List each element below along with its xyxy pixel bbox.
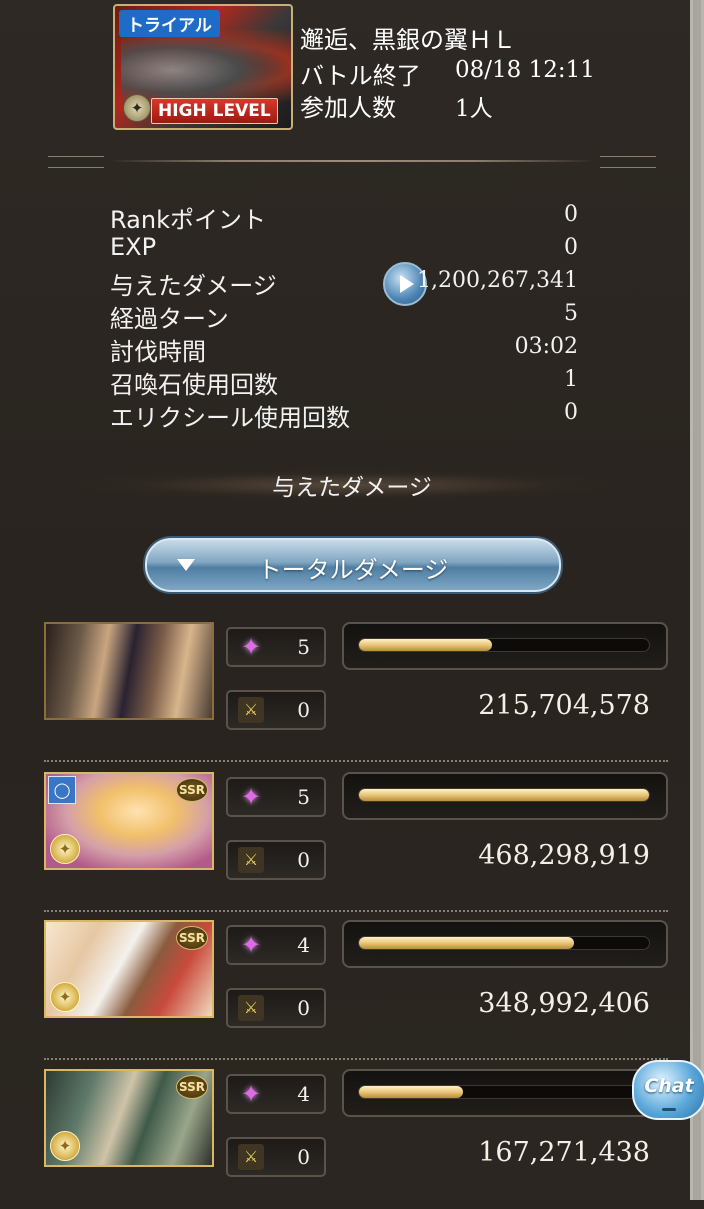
- turns-value: 4: [297, 933, 310, 957]
- stat-value-damage: 1,200,267,341: [417, 268, 578, 293]
- ornamental-divider: [48, 155, 656, 168]
- damage-type-dropdown[interactable]: トータルダメージ: [145, 538, 561, 592]
- character-row: SSR ✦ ✦ 4 ⚔ 0 167,271,438: [44, 1069, 668, 1209]
- damage-bar: [342, 772, 668, 820]
- ougi-value: 0: [297, 996, 310, 1020]
- ring-icon: ◯: [48, 776, 76, 804]
- stat-value-elixir-uses: 0: [564, 400, 578, 425]
- light-element-icon: ✦: [50, 834, 80, 864]
- stat-value-rank-points: 0: [564, 202, 578, 227]
- ssr-badge: SSR: [176, 1075, 208, 1099]
- participants-value: 1人: [455, 96, 493, 122]
- ougi-badge: ⚔ 0: [226, 1137, 326, 1177]
- damage-bar-fill: [359, 1086, 464, 1098]
- damage-bar-fill: [359, 789, 649, 801]
- turns-badge: ✦ 4: [226, 925, 326, 965]
- participants-label: 参加人数: [300, 94, 396, 122]
- damage-bar: [342, 1069, 668, 1117]
- dropdown-label: トータルダメージ: [257, 556, 449, 584]
- trial-tag: トライアル: [119, 10, 220, 37]
- scrollbar[interactable]: [690, 0, 704, 1200]
- light-element-icon: ✦: [50, 982, 80, 1012]
- ougi-value: 0: [297, 698, 310, 722]
- quest-name: 邂逅、黒銀の翼ＨＬ: [300, 26, 516, 54]
- character-row: SSR ✦ ✦ 4 ⚔ 0 348,992,406: [44, 920, 668, 1060]
- stat-label-elixir-uses: エリクシール使用回数: [110, 404, 350, 432]
- ssr-badge: SSR: [176, 926, 208, 950]
- quest-thumbnail: トライアル ✦ HIGH LEVEL: [113, 4, 293, 130]
- stat-label-summon-uses: 召喚石使用回数: [110, 371, 278, 399]
- high-level-tag: HIGH LEVEL: [151, 98, 278, 124]
- crossed-swords-icon: ⚔: [238, 995, 264, 1021]
- stat-value-time: 03:02: [514, 334, 578, 359]
- battle-end-label: バトル終了: [300, 62, 421, 90]
- stat-label-exp: EXP: [110, 233, 157, 261]
- damage-bar: [342, 920, 668, 968]
- stat-value-exp: 0: [564, 235, 578, 260]
- stat-label-damage: 与えたダメージ: [110, 272, 277, 300]
- character-row: ✦ 5 ⚔ 0 215,704,578: [44, 622, 668, 762]
- sparkle-icon: ✦: [240, 783, 262, 811]
- damage-value: 215,704,578: [478, 690, 650, 721]
- damage-bar-fill: [359, 937, 574, 949]
- chat-button[interactable]: Chat: [632, 1060, 704, 1120]
- results-panel: トライアル ✦ HIGH LEVEL 邂逅、黒銀の翼ＨＬ バトル終了 08/18…: [0, 0, 690, 1200]
- high-level-badge-icon: ✦: [123, 94, 151, 122]
- turns-badge: ✦ 5: [226, 627, 326, 667]
- sparkle-icon: ✦: [240, 931, 262, 959]
- crossed-swords-icon: ⚔: [238, 697, 264, 723]
- ougi-value: 0: [297, 1145, 310, 1169]
- character-portrait[interactable]: ◯ SSR ✦: [44, 772, 214, 870]
- stat-value-turns: 5: [564, 301, 578, 326]
- damage-bar: [342, 622, 668, 670]
- ougi-badge: ⚔ 0: [226, 690, 326, 730]
- damage-value: 468,298,919: [478, 840, 650, 871]
- character-portrait[interactable]: SSR ✦: [44, 920, 214, 1018]
- stat-label-rank-points: Rankポイント: [110, 206, 266, 234]
- crossed-swords-icon: ⚔: [238, 1144, 264, 1170]
- damage-section-title: 与えたダメージ: [272, 475, 432, 501]
- turns-value: 4: [297, 1082, 310, 1106]
- ougi-badge: ⚔ 0: [226, 988, 326, 1028]
- character-portrait[interactable]: [44, 622, 214, 720]
- damage-value: 167,271,438: [478, 1137, 650, 1168]
- sparkle-icon: ✦: [240, 633, 262, 661]
- light-element-icon: ✦: [50, 1131, 80, 1161]
- turns-value: 5: [297, 635, 310, 659]
- turns-badge: ✦ 4: [226, 1074, 326, 1114]
- character-portrait[interactable]: SSR ✦: [44, 1069, 214, 1167]
- stat-label-turns: 経過ターン: [110, 305, 229, 333]
- ougi-badge: ⚔ 0: [226, 840, 326, 880]
- turns-badge: ✦ 5: [226, 777, 326, 817]
- stat-label-time: 討伐時間: [110, 338, 206, 366]
- battle-end-time: 08/18 12:11: [455, 57, 595, 83]
- character-row: ◯ SSR ✦ ✦ 5 ⚔ 0 468,298,919: [44, 772, 668, 912]
- turns-value: 5: [297, 785, 310, 809]
- stat-value-summon-uses: 1: [564, 367, 578, 392]
- damage-bar-fill: [359, 639, 493, 651]
- ougi-value: 0: [297, 848, 310, 872]
- crossed-swords-icon: ⚔: [238, 847, 264, 873]
- ssr-badge: SSR: [176, 778, 208, 802]
- damage-value: 348,992,406: [478, 988, 650, 1019]
- sparkle-icon: ✦: [240, 1080, 262, 1108]
